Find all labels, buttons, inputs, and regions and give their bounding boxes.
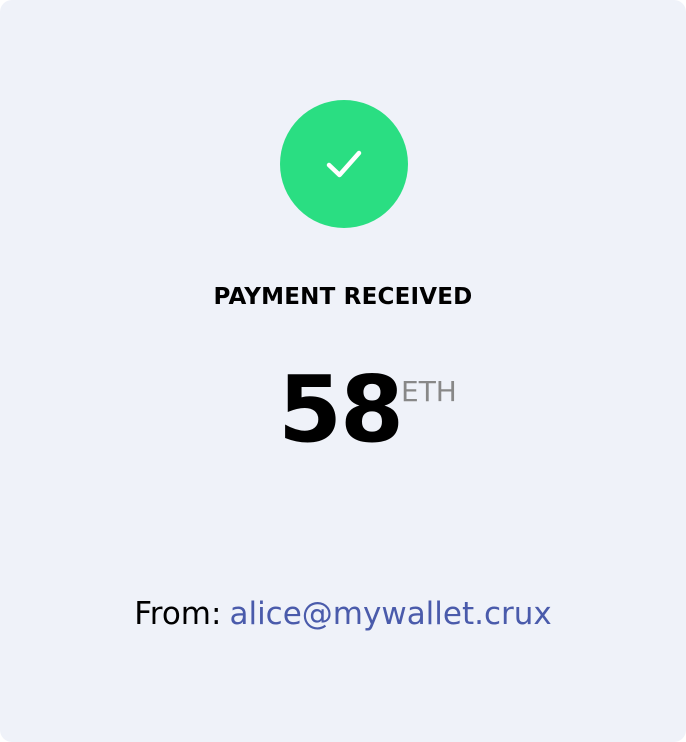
success-badge [280, 100, 408, 228]
amount-currency: ETH [401, 375, 457, 408]
sender-address-link[interactable]: alice@mywallet.crux [229, 596, 551, 632]
check-icon [326, 150, 362, 178]
payment-received-card: PAYMENT RECEIVED 58 ETH From: alice@mywal… [0, 0, 686, 742]
sender-label: From: [134, 596, 222, 632]
payment-status-title: PAYMENT RECEIVED [213, 284, 473, 310]
amount-display: 58 ETH [0, 360, 686, 460]
sender-line: From: alice@mywallet.crux [0, 594, 686, 634]
amount-value: 58 [278, 356, 404, 463]
